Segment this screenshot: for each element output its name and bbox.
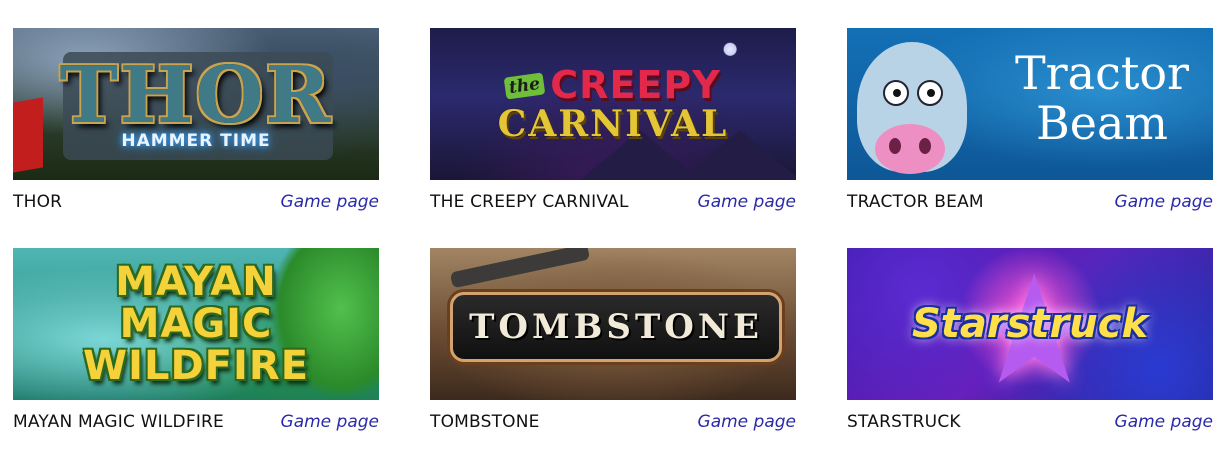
logo-line-2: Beam: [1035, 96, 1169, 150]
game-title: THE CREEPY CARNIVAL: [430, 192, 629, 212]
logo-small-text: the: [503, 72, 546, 100]
game-meta: TRACTOR BEAM Game page: [847, 180, 1213, 220]
mayan-magic-logo: MAYAN MAGIC WILDFIRE: [13, 248, 379, 400]
logo-line-1: MAYAN: [115, 259, 277, 305]
logo-line-2: MAGIC: [119, 301, 273, 347]
game-meta: TOMBSTONE Game page: [430, 400, 796, 440]
game-title: TOMBSTONE: [430, 412, 540, 432]
logo-main-text: THOR: [59, 50, 333, 141]
logo-sub-text: HAMMER TIME: [121, 131, 271, 151]
game-page-link[interactable]: Game page: [281, 192, 379, 212]
game-card-creepy-carnival: the CREEPY CARNIVAL THE CREEPY CARNIVAL …: [430, 28, 796, 220]
logo-sub-text: CARNIVAL: [497, 103, 729, 145]
logo-main-text: Starstruck: [911, 301, 1149, 347]
game-meta: THOR Game page: [13, 180, 379, 220]
game-card-tractor-beam: Tractor Beam TRACTOR BEAM Game page: [847, 28, 1213, 220]
cow-illustration: [857, 42, 967, 174]
game-meta: STARSTRUCK Game page: [847, 400, 1213, 440]
starstruck-logo: Starstruck: [847, 248, 1213, 400]
logo-main-text: CREEPY: [550, 63, 721, 107]
game-title: STARSTRUCK: [847, 412, 961, 432]
game-page-link[interactable]: Game page: [698, 192, 796, 212]
game-meta: MAYAN MAGIC WILDFIRE Game page: [13, 400, 379, 440]
game-title: MAYAN MAGIC WILDFIRE: [13, 412, 224, 432]
game-card-mayan-magic-wildfire: MAYAN MAGIC WILDFIRE MAYAN MAGIC WILDFIR…: [13, 248, 379, 440]
games-grid: THOR HAMMER TIME THOR Game page the CREE…: [0, 0, 1229, 454]
game-page-link[interactable]: Game page: [1115, 192, 1213, 212]
game-thumbnail-mayan-magic-wildfire[interactable]: MAYAN MAGIC WILDFIRE: [13, 248, 379, 400]
logo-line-3: WILDFIRE: [82, 343, 310, 389]
game-card-thor: THOR HAMMER TIME THOR Game page: [13, 28, 379, 220]
game-page-link[interactable]: Game page: [698, 412, 796, 432]
thor-logo: THOR HAMMER TIME: [13, 28, 379, 180]
tombstone-logo: TOMBSTONE: [450, 292, 782, 362]
game-page-link[interactable]: Game page: [281, 412, 379, 432]
logo-main-text: TOMBSTONE: [469, 307, 763, 347]
game-title: THOR: [13, 192, 63, 212]
game-thumbnail-thor[interactable]: THOR HAMMER TIME: [13, 28, 379, 180]
logo-line-1: Tractor: [1014, 46, 1190, 100]
tractor-beam-logo: Tractor Beam: [997, 48, 1207, 148]
revolver-decoration: [449, 248, 591, 289]
game-meta: THE CREEPY CARNIVAL Game page: [430, 180, 796, 220]
game-title: TRACTOR BEAM: [847, 192, 984, 212]
game-thumbnail-creepy-carnival[interactable]: the CREEPY CARNIVAL: [430, 28, 796, 180]
game-thumbnail-tractor-beam[interactable]: Tractor Beam: [847, 28, 1213, 180]
game-card-starstruck: ★ Starstruck STARSTRUCK Game page: [847, 248, 1213, 440]
creepy-carnival-logo: the CREEPY CARNIVAL: [430, 28, 796, 180]
game-card-tombstone: TOMBSTONE TOMBSTONE Game page: [430, 248, 796, 440]
game-page-link[interactable]: Game page: [1115, 412, 1213, 432]
game-thumbnail-tombstone[interactable]: TOMBSTONE: [430, 248, 796, 400]
game-thumbnail-starstruck[interactable]: ★ Starstruck: [847, 248, 1213, 400]
